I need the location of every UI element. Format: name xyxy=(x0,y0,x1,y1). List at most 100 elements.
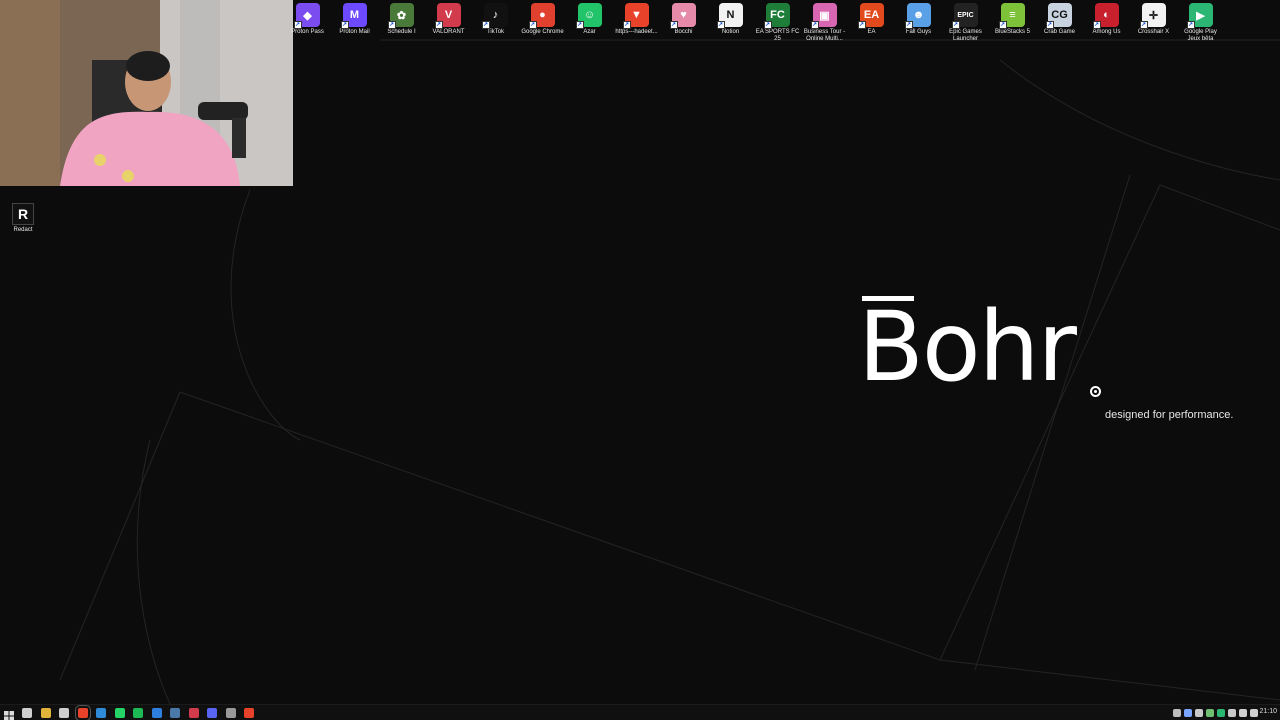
google-play-games-icon: ▶ ↗ xyxy=(1186,3,1213,29)
icon-glyph: EA xyxy=(863,9,880,21)
icon-glyph: CG xyxy=(1051,9,1068,21)
chevron-up-icon[interactable] xyxy=(1173,709,1181,717)
windows-start-icon[interactable] xyxy=(4,708,14,720)
record-icon[interactable] xyxy=(244,708,254,718)
icon-glyph: FC xyxy=(770,9,785,21)
desktop-shortcut-label: https---hadeet... xyxy=(615,29,658,35)
settings-icon[interactable] xyxy=(225,708,236,718)
desktop-shortcut-label: Schedule I xyxy=(387,29,416,35)
desktop[interactable]: ◆ ↗ Proton Pass M ↗ Proton Mail ✿ ↗ Schedule I V ↗… xyxy=(0,0,1280,704)
desktop-shortcut[interactable]: ● ↗ Google Chrome xyxy=(519,3,566,49)
icon-glyph: ♪ xyxy=(492,9,499,21)
shortcut-arrow-icon: ↗ xyxy=(481,21,490,29)
desktop-shortcut-label: VALORANT xyxy=(432,29,465,35)
spotify-icon[interactable] xyxy=(133,708,143,718)
tiktok-icon: ♪ ↗ xyxy=(481,3,508,29)
fall-guys-icon: ☻ ↗ xyxy=(904,3,931,29)
desktop-shortcut[interactable]: ◆ ↗ Proton Pass xyxy=(284,3,331,49)
desktop-shortcut[interactable]: ☺ ↗ Azar xyxy=(566,3,613,49)
shortcut-arrow-icon: ↗ xyxy=(293,21,302,29)
network-icon[interactable] xyxy=(1239,709,1247,717)
desktop-shortcut[interactable]: ▼ ↗ https---hadeet... xyxy=(613,3,660,49)
whatsapp-icon[interactable] xyxy=(114,708,125,718)
brand-wordmark: Bohr xyxy=(858,291,1077,403)
steam-icon[interactable] xyxy=(170,708,180,718)
shortcut-arrow-icon: ↗ xyxy=(528,21,537,29)
desktop-shortcut[interactable]: ▣ ↗ Business Tour - Online Multi... xyxy=(801,3,848,49)
desktop-shortcut[interactable]: EPIC ↗ Epic Games Launcher xyxy=(942,3,989,49)
icon-glyph: ✿ xyxy=(396,9,407,22)
desktop-shortcut-label: Fall Guys xyxy=(905,29,932,35)
icon-glyph: ▶ xyxy=(1196,9,1205,22)
desktop-shortcut-label: Crosshair X xyxy=(1137,29,1170,35)
desktop-shortcut-label: Notion xyxy=(721,29,740,35)
desktop-shortcut[interactable]: V ↗ VALORANT xyxy=(425,3,472,49)
desktop-shortcut-label: Redact xyxy=(13,227,33,233)
shortcut-arrow-icon: ↗ xyxy=(1092,21,1101,29)
bocchi-icon: ♥ ↗ xyxy=(669,3,696,29)
search-icon[interactable] xyxy=(22,708,32,718)
valorant-icon: V ↗ xyxy=(434,3,461,29)
chrome-icon: ● ↗ xyxy=(528,3,555,29)
desktop-shortcut[interactable]: ≡ ↗ BlueStacks 5 xyxy=(989,3,1036,49)
desktop-shortcut[interactable]: ♪ ↗ TikTok xyxy=(472,3,519,49)
app-blue-icon[interactable] xyxy=(151,708,162,718)
tray-app-icon[interactable] xyxy=(1184,709,1192,717)
icon-glyph: ◐ xyxy=(1103,9,1110,21)
desktop-shortcut-label: Epic Games Launcher xyxy=(949,29,982,42)
desktop-shortcut-label: EA SPORTS FC 25 xyxy=(755,29,800,42)
desktop-shortcut[interactable]: M ↗ Proton Mail xyxy=(331,3,378,49)
tray-app-icon[interactable] xyxy=(1206,709,1214,717)
valorant-taskbar-icon[interactable] xyxy=(188,708,199,718)
brand-tagline: designed for performance. xyxy=(1105,409,1234,421)
desktop-shortcut[interactable]: FC ↗ EA SPORTS FC 25 xyxy=(754,3,801,49)
icon-glyph: ≡ xyxy=(1009,9,1016,21)
desktop-shortcut-redact[interactable]: R Redact xyxy=(6,203,40,239)
shortcut-arrow-icon: ↗ xyxy=(763,21,772,29)
shortcut-arrow-icon: ↗ xyxy=(669,21,678,29)
icon-glyph: ♥ xyxy=(680,9,687,21)
task-view-icon[interactable] xyxy=(59,708,69,718)
shortcut-arrow-icon: ↗ xyxy=(1139,21,1148,29)
icon-glyph: N xyxy=(726,9,735,21)
desktop-shortcut-label: Crab Game xyxy=(1043,29,1075,35)
ea-icon: EA ↗ xyxy=(857,3,884,29)
desktop-shortcut[interactable]: EA ↗ EA xyxy=(848,3,895,49)
icon-glyph: EPIC xyxy=(957,11,974,19)
volume-icon[interactable] xyxy=(1250,709,1258,717)
brave-taskbar-icon[interactable] xyxy=(74,705,91,720)
discord-icon[interactable] xyxy=(207,708,217,718)
desktop-shortcut[interactable]: N ↗ Notion xyxy=(707,3,754,49)
shortcut-arrow-icon: ↗ xyxy=(998,21,1007,29)
desktop-shortcut-label: Among Us xyxy=(1092,29,1121,35)
desktop-shortcut-label: Proton Pass xyxy=(291,29,324,35)
shortcut-arrow-icon: ↗ xyxy=(810,21,819,29)
shortcut-arrow-icon: ↗ xyxy=(434,21,443,29)
tray-app-icon[interactable] xyxy=(1228,709,1236,717)
desktop-shortcut[interactable]: ✛ ↗ Crosshair X xyxy=(1130,3,1177,49)
desktop-shortcut[interactable]: ◐ ↗ Among Us xyxy=(1083,3,1130,49)
desktop-shortcut[interactable]: CG ↗ Crab Game xyxy=(1036,3,1083,49)
desktop-shortcut[interactable]: ▶ ↗ Google Play Jeux bêta xyxy=(1177,3,1224,49)
schedule-one-icon: ✿ ↗ xyxy=(387,3,414,29)
desktop-shortcut-label: Bocchi xyxy=(674,29,693,35)
ea-fc-icon: FC ↗ xyxy=(763,3,790,29)
edge-icon[interactable] xyxy=(96,708,106,718)
desktop-shortcut[interactable]: ♥ ↗ Bocchi xyxy=(660,3,707,49)
webcam-overlay xyxy=(0,0,293,186)
crab-game-icon: CG ↗ xyxy=(1045,3,1072,29)
desktop-shortcut[interactable]: ✿ ↗ Schedule I xyxy=(378,3,425,49)
icon-glyph: ◆ xyxy=(303,9,312,22)
tray-app-icon[interactable] xyxy=(1195,709,1203,717)
desktop-shortcut[interactable]: ☻ ↗ Fall Guys xyxy=(895,3,942,49)
desktop-shortcut-label: TikTok xyxy=(486,29,505,35)
proton-pass-icon: ◆ ↗ xyxy=(293,3,320,29)
shortcut-arrow-icon: ↗ xyxy=(387,21,396,29)
icon-glyph: ▣ xyxy=(819,9,830,22)
wallpaper-brand: Bohr designed for performance. xyxy=(858,292,1258,432)
system-tray xyxy=(1173,707,1258,719)
file-explorer-icon[interactable] xyxy=(40,708,51,718)
taskbar-clock[interactable]: 21:10 xyxy=(1259,708,1277,715)
brave-icon: ▼ ↗ xyxy=(622,3,649,29)
tray-app-icon[interactable] xyxy=(1217,709,1225,717)
